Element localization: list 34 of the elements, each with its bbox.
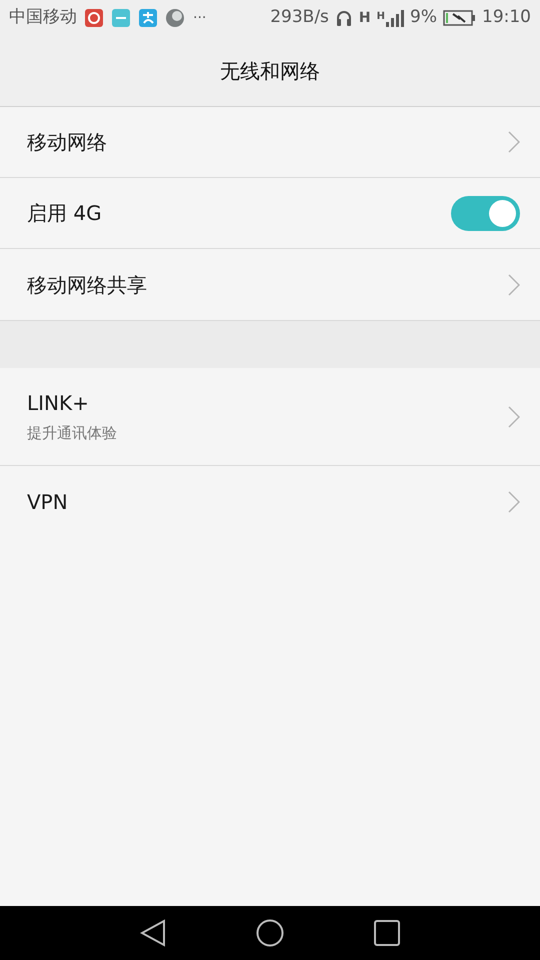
signal-icon <box>386 9 404 27</box>
network-speed: 293B/s <box>270 6 329 30</box>
row-label: LINK+ <box>27 390 90 418</box>
app-icon <box>166 9 184 27</box>
row-subtitle: 提升通讯体验 <box>27 423 117 444</box>
app-icon <box>112 9 130 27</box>
network-type: H <box>376 10 386 24</box>
recents-icon[interactable] <box>374 920 400 946</box>
settings-row[interactable]: LINK+ 提升通讯体验 <box>0 368 540 466</box>
network-type: H <box>358 8 371 28</box>
settings-row[interactable]: 启用 4G <box>0 178 540 249</box>
chevron-icon <box>508 274 520 296</box>
chevron-icon <box>508 406 520 428</box>
row-label: VPN <box>27 488 68 516</box>
home-icon[interactable] <box>256 919 284 947</box>
app-icon <box>139 9 157 27</box>
battery-icon <box>443 10 476 26</box>
page-title: 无线和网络 <box>220 58 320 85</box>
row-label: 启用 4G <box>27 200 102 227</box>
chevron-icon <box>508 490 520 512</box>
clock-time: 19:10 <box>482 6 531 30</box>
row-label: 移动网络 <box>27 129 107 156</box>
back-icon[interactable] <box>140 919 166 947</box>
settings-row[interactable]: 移动网络 <box>0 107 540 178</box>
settings-row[interactable]: VPN <box>0 466 540 537</box>
more-notifications: ··· <box>193 8 206 28</box>
toggle-switch[interactable] <box>451 196 520 230</box>
carrier-name: 中国移动 <box>9 6 77 30</box>
headphones-icon <box>334 9 353 27</box>
chevron-icon <box>508 131 520 153</box>
battery-percent: 9% <box>410 6 437 30</box>
row-label: 移动网络共享 <box>27 272 147 298</box>
app-icon <box>85 9 103 27</box>
settings-row[interactable]: 移动网络共享 <box>0 249 540 320</box>
